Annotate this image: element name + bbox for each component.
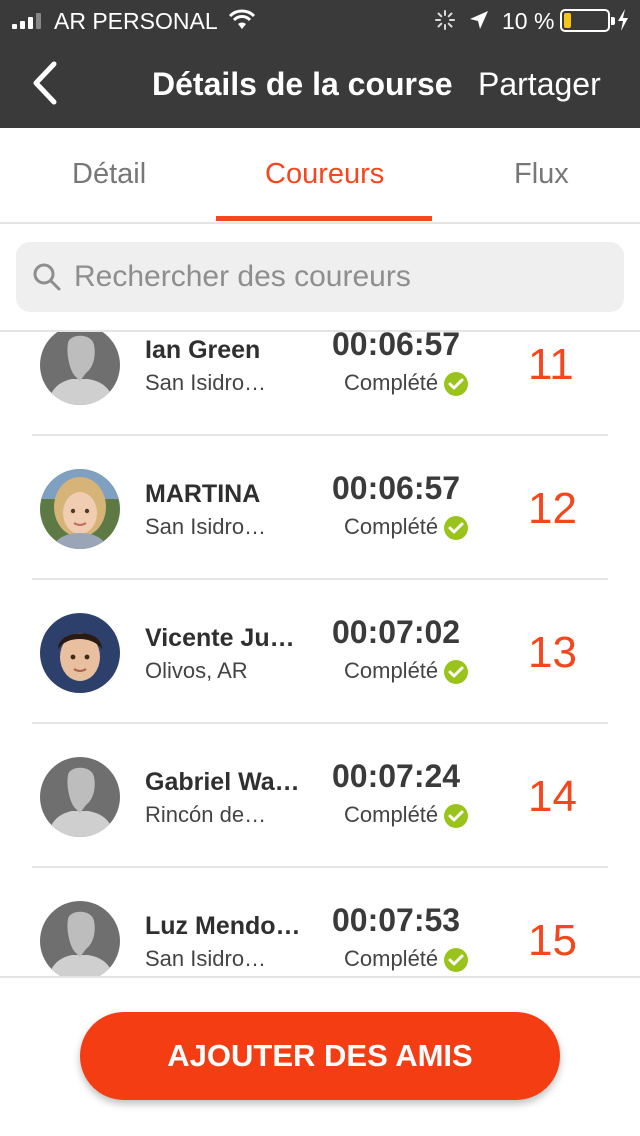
nav-bar: Détails de la course Partager xyxy=(0,40,640,128)
runner-location: San Isidro… xyxy=(145,514,267,539)
battery-percent: 10 % xyxy=(502,8,555,34)
runner-rank: 14 xyxy=(528,772,577,821)
add-friends-label: AJOUTER DES AMIS xyxy=(167,1038,473,1073)
check-circle-icon xyxy=(444,660,469,685)
runner-status: Complété xyxy=(344,946,469,973)
battery-icon xyxy=(560,9,615,32)
runner-time: 00:06:57 xyxy=(332,332,461,362)
status-bar: AR PERSONAL 23:58 10 % xyxy=(0,0,640,44)
check-circle-icon xyxy=(444,948,469,973)
page-title: Détails de la course xyxy=(152,66,453,102)
search-input[interactable]: Rechercher des coureurs xyxy=(16,242,624,312)
status-label: Complété xyxy=(344,514,439,539)
cellular-signal-icon xyxy=(12,13,41,29)
runner-name: Vicente Ju… xyxy=(145,624,295,652)
runner-status: Complété xyxy=(344,802,469,829)
avatar xyxy=(40,332,120,405)
runner-time: 00:07:53 xyxy=(332,902,461,938)
add-friends-button[interactable]: AJOUTER DES AMIS xyxy=(80,1012,560,1100)
charging-bolt-icon xyxy=(618,9,628,31)
check-circle-icon xyxy=(444,516,469,541)
default-avatar-icon xyxy=(40,757,120,837)
search-icon xyxy=(33,263,61,291)
runner-location: San Isidro… xyxy=(145,370,267,395)
runner-rank: 13 xyxy=(528,628,577,677)
runner-rank: 15 xyxy=(528,916,577,965)
battery-nub xyxy=(611,17,615,25)
back-button[interactable] xyxy=(30,60,60,106)
runner-rank: 12 xyxy=(528,484,577,533)
status-label: Complété xyxy=(344,658,439,683)
runner-status: Complété xyxy=(344,514,469,541)
divider xyxy=(0,976,640,978)
status-label: Complété xyxy=(344,946,439,971)
runner-name: Gabriel Wa… xyxy=(145,768,300,796)
girl-photo-avatar xyxy=(40,469,120,549)
activity-spinner-icon xyxy=(435,10,455,30)
share-button[interactable]: Partager xyxy=(478,66,601,103)
runner-rank: 11 xyxy=(528,340,574,389)
boy-photo-avatar xyxy=(40,613,120,693)
top-bar: AR PERSONAL 23:58 10 % Détails de la cou… xyxy=(0,0,640,128)
avatar xyxy=(40,757,120,837)
tab-runners[interactable]: Coureurs xyxy=(265,158,384,191)
runner-row[interactable]: Gabriel Wa… Rincón de… 00:07:24 Complété… xyxy=(0,724,640,868)
runner-list[interactable]: Ian Green San Isidro… 00:06:57 Complété … xyxy=(0,332,640,976)
runner-row[interactable]: MARTINA San Isidro… 00:06:57 Complété 12 xyxy=(0,436,640,580)
location-arrow-icon xyxy=(470,11,488,29)
runner-location: Rincón de… xyxy=(145,802,267,827)
runner-name: Ian Green xyxy=(145,336,261,364)
runner-time: 00:07:24 xyxy=(332,758,461,794)
runner-row[interactable]: Ian Green San Isidro… 00:06:57 Complété … xyxy=(0,332,640,436)
runner-status: Complété xyxy=(344,658,469,685)
runner-time: 00:06:57 xyxy=(332,470,461,506)
status-label: Complété xyxy=(344,370,439,395)
tab-feed[interactable]: Flux xyxy=(514,158,569,191)
avatar xyxy=(40,901,120,976)
runner-name: Luz Mendo… xyxy=(145,912,301,940)
default-avatar-icon xyxy=(40,901,120,976)
check-circle-icon xyxy=(444,804,469,829)
runner-location: Olivos, AR xyxy=(145,658,248,683)
default-avatar-icon xyxy=(40,332,120,405)
runner-row[interactable]: Vicente Ju… Olivos, AR 00:07:02 Complété… xyxy=(0,580,640,724)
battery-level xyxy=(564,13,571,28)
check-circle-icon xyxy=(444,372,469,397)
search-placeholder: Rechercher des coureurs xyxy=(74,260,411,293)
tab-bar: Détail Coureurs Flux xyxy=(0,128,640,224)
wifi-icon xyxy=(228,9,256,29)
runner-location: San Isidro… xyxy=(145,946,267,971)
carrier-name: AR PERSONAL xyxy=(54,8,218,34)
runner-time: 00:07:02 xyxy=(332,614,461,650)
runner-status: Complété xyxy=(344,370,469,397)
runner-name: MARTINA xyxy=(145,480,261,508)
tab-detail[interactable]: Détail xyxy=(72,158,146,191)
avatar xyxy=(40,613,120,693)
active-tab-indicator xyxy=(216,216,432,221)
status-label: Complété xyxy=(344,802,439,827)
avatar xyxy=(40,469,120,549)
runner-row[interactable]: Luz Mendo… San Isidro… 00:07:53 Complété… xyxy=(0,868,640,976)
